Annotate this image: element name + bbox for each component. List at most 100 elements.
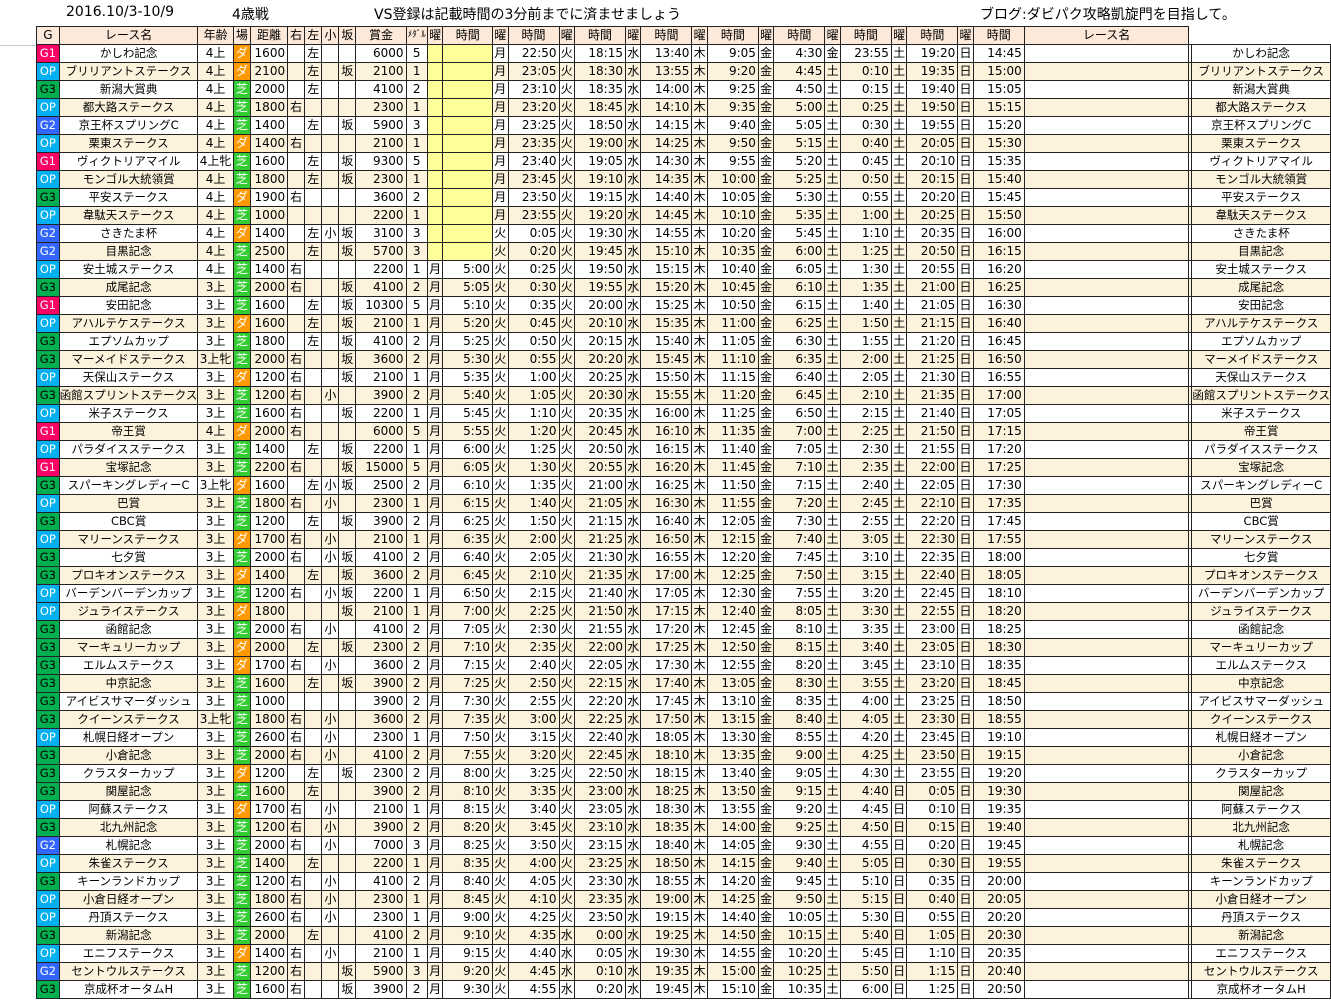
weekday-cell[interactable]: 金 — [757, 98, 775, 117]
time-cell[interactable]: 6:25 — [773, 314, 826, 333]
weekday-cell[interactable]: 土 — [824, 206, 841, 225]
time-cell[interactable]: 15:25 — [640, 296, 693, 315]
small-track-cell[interactable] — [321, 278, 340, 297]
weekday-cell[interactable]: 金 — [757, 980, 775, 999]
time-cell[interactable]: 19:40 — [972, 818, 1025, 837]
weekday-cell[interactable]: 木 — [691, 746, 708, 765]
time-cell[interactable]: 0:40 — [906, 890, 959, 909]
time-cell[interactable]: 1:05 — [906, 926, 959, 945]
time-cell[interactable]: 0:25 — [839, 98, 892, 117]
slope-cell[interactable]: 坂 — [338, 512, 357, 531]
prize-cell[interactable]: 2300 — [355, 170, 407, 189]
surface-cell[interactable]: ダ — [232, 314, 251, 333]
distance-cell[interactable]: 1800 — [249, 170, 289, 189]
time-cell[interactable]: 12:05 — [706, 512, 759, 531]
slope-cell[interactable] — [338, 944, 357, 963]
time-cell[interactable]: 0:05 — [573, 944, 626, 963]
small-track-cell[interactable]: 小 — [321, 728, 340, 747]
prize-cell[interactable]: 2100 — [355, 134, 407, 153]
time-cell[interactable]: 12:55 — [706, 656, 759, 675]
weekday-cell[interactable]: 火 — [558, 872, 575, 891]
weekday-cell[interactable] — [426, 44, 444, 63]
time-cell[interactable]: 5:30 — [773, 188, 826, 207]
medal-cell[interactable]: 1 — [405, 530, 428, 549]
weekday-cell[interactable]: 土 — [824, 98, 841, 117]
small-track-cell[interactable]: 小 — [321, 908, 340, 927]
weekday-cell[interactable]: 火 — [558, 764, 575, 783]
distance-cell[interactable]: 1700 — [249, 656, 289, 675]
weekday-cell[interactable]: 火 — [558, 836, 575, 855]
slope-cell[interactable]: 坂 — [338, 170, 357, 189]
slope-cell[interactable] — [338, 188, 357, 207]
weekday-cell[interactable]: 月 — [426, 260, 444, 279]
medal-cell[interactable]: 2 — [405, 818, 428, 837]
weekday-cell[interactable]: 火 — [492, 944, 509, 963]
time-cell[interactable]: 6:25 — [442, 512, 494, 531]
surface-cell[interactable]: 芝 — [232, 80, 251, 99]
weekday-cell[interactable]: 水 — [624, 314, 642, 333]
time-cell[interactable]: 19:20 — [972, 764, 1025, 783]
surface-cell[interactable]: 芝 — [232, 980, 251, 999]
race-name-right[interactable]: 米子ステークス — [1191, 404, 1331, 423]
medal-cell[interactable]: 3 — [405, 962, 428, 981]
time-cell[interactable]: 23:20 — [906, 674, 959, 693]
time-cell[interactable]: 20:15 — [573, 332, 626, 351]
weekday-cell[interactable]: 金 — [757, 746, 775, 765]
slope-cell[interactable] — [338, 260, 357, 279]
surface-cell[interactable]: 芝 — [232, 440, 251, 459]
prize-cell[interactable]: 3100 — [355, 224, 407, 243]
time-cell[interactable]: 23:05 — [573, 800, 626, 819]
slope-cell[interactable]: 坂 — [338, 116, 357, 135]
time-cell[interactable]: 17:20 — [640, 620, 693, 639]
weekday-cell[interactable] — [1023, 386, 1190, 405]
distance-cell[interactable]: 1200 — [249, 962, 289, 981]
time-cell[interactable]: 20:55 — [573, 458, 626, 477]
time-cell[interactable]: 15:10 — [640, 242, 693, 261]
left-turn-cell[interactable]: 左 — [304, 566, 323, 585]
distance-cell[interactable]: 1000 — [249, 692, 289, 711]
weekday-cell[interactable]: 日 — [957, 656, 974, 675]
race-name[interactable]: ヴィクトリアマイル — [58, 152, 199, 171]
grade-badge[interactable]: G2 — [36, 242, 60, 261]
prize-cell[interactable]: 2200 — [355, 206, 407, 225]
weekday-cell[interactable]: 月 — [426, 800, 444, 819]
race-name-right[interactable]: 都大路ステークス — [1191, 98, 1331, 117]
weekday-cell[interactable]: 土 — [890, 242, 908, 261]
weekday-cell[interactable]: 月 — [492, 116, 509, 135]
time-cell[interactable]: 21:25 — [906, 350, 959, 369]
weekday-cell[interactable]: 月 — [426, 368, 444, 387]
weekday-cell[interactable]: 火 — [558, 242, 575, 261]
weekday-cell[interactable] — [1023, 62, 1190, 81]
weekday-cell[interactable]: 日 — [957, 980, 974, 999]
small-track-cell[interactable]: 小 — [321, 746, 340, 765]
weekday-cell[interactable]: 金 — [757, 152, 775, 171]
time-cell[interactable] — [442, 98, 494, 117]
weekday-cell[interactable]: 水 — [624, 962, 642, 981]
time-cell[interactable]: 0:35 — [906, 872, 959, 891]
time-cell[interactable]: 21:05 — [906, 296, 959, 315]
weekday-cell[interactable]: 水 — [624, 260, 642, 279]
time-cell[interactable]: 21:30 — [573, 548, 626, 567]
time-cell[interactable]: 23:10 — [573, 818, 626, 837]
time-cell[interactable]: 21:55 — [573, 620, 626, 639]
time-cell[interactable]: 14:10 — [640, 98, 693, 117]
small-track-cell[interactable] — [321, 764, 340, 783]
weekday-cell[interactable]: 水 — [624, 944, 642, 963]
weekday-cell[interactable]: 土 — [824, 602, 841, 621]
weekday-cell[interactable]: 木 — [691, 134, 708, 153]
grade-badge[interactable]: OP — [36, 944, 60, 963]
small-track-cell[interactable] — [321, 422, 340, 441]
time-cell[interactable]: 12:20 — [706, 548, 759, 567]
time-cell[interactable]: 23:45 — [906, 728, 959, 747]
time-cell[interactable]: 2:05 — [507, 548, 560, 567]
time-cell[interactable]: 1:50 — [507, 512, 560, 531]
weekday-cell[interactable]: 木 — [691, 854, 708, 873]
slope-cell[interactable]: 坂 — [338, 152, 357, 171]
weekday-cell[interactable]: 水 — [624, 422, 642, 441]
time-cell[interactable]: 19:40 — [906, 80, 959, 99]
time-cell[interactable]: 9:05 — [706, 44, 759, 63]
race-name-right[interactable]: キーンランドカップ — [1191, 872, 1331, 891]
weekday-cell[interactable]: 火 — [558, 296, 575, 315]
slope-cell[interactable] — [338, 818, 357, 837]
surface-cell[interactable]: 芝 — [232, 692, 251, 711]
